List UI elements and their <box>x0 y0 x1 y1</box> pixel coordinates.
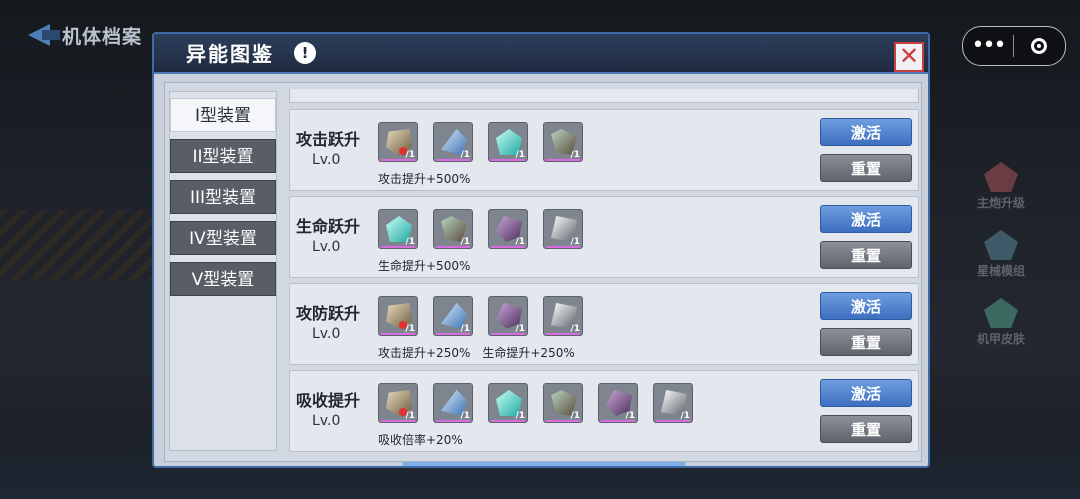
exit-icon <box>1031 38 1047 54</box>
item-slot[interactable]: /1 <box>488 296 528 336</box>
bonus-text: 攻击提升+250% 生命提升+250% <box>378 344 587 361</box>
item-underline <box>601 420 635 422</box>
item-slot[interactable]: /1 <box>378 122 418 162</box>
set-name: 攻防跃升 <box>296 304 361 323</box>
cannon-icon <box>984 162 1018 192</box>
item-underline <box>491 246 525 248</box>
set-level: Lv.0 <box>312 152 341 168</box>
item-underline <box>656 420 690 422</box>
panel-content: I型装置 II型装置 III型装置 IV型装置 V型装置 攻击跃升 Lv.0/1/1/1 /… <box>164 82 922 462</box>
set-list[interactable]: 攻击跃升 Lv.0/1/1/1/1 攻击提升+500% 激活 重置 生命跃升 Lv.0/1/… <box>289 89 921 461</box>
partial-row <box>289 89 919 103</box>
mini-program-capsule: ••• <box>962 26 1066 66</box>
item-slot[interactable]: /1 <box>653 383 693 423</box>
item-underline <box>436 333 470 335</box>
set-row: 吸收提升 Lv.0/1/1/1/1/1/1 吸收倍率+20% 激活重置 <box>289 370 919 452</box>
tab-device-3[interactable]: III型装置 <box>170 180 276 214</box>
item-slot[interactable]: /1 <box>488 209 528 249</box>
reset-button[interactable]: 重置 <box>820 154 912 182</box>
back-button[interactable]: 机体档案 <box>26 20 142 50</box>
panel-header: 异能图鉴 ! <box>154 34 928 74</box>
bonus-item: 生命提升+500% <box>378 259 471 273</box>
item-slot[interactable]: /1 <box>488 383 528 423</box>
tab-device-1[interactable]: I型装置 <box>170 98 276 132</box>
tab-device-5[interactable]: V型装置 <box>170 262 276 296</box>
activate-button[interactable]: 激活 <box>820 292 912 320</box>
bonus-item: 攻击提升+250% <box>378 346 471 360</box>
set-row: 攻防跃升 Lv.0/1/1/1/1 攻击提升+250% 生命提升+250% 激活重置 <box>289 283 919 365</box>
exit-button[interactable] <box>1014 38 1064 54</box>
codex-panel: 异能图鉴 ! ✕ I型装置 II型装置 III型装置 IV型装置 V型装置 攻击跃升 Lv… <box>152 32 930 468</box>
more-icon[interactable]: ••• <box>963 27 1013 65</box>
close-button[interactable]: ✕ <box>894 42 924 72</box>
item-underline <box>381 333 415 335</box>
item-underline <box>436 246 470 248</box>
set-name: 生命跃升 <box>296 217 361 236</box>
item-underline <box>381 246 415 248</box>
item-underline <box>491 333 525 335</box>
item-underline <box>546 246 580 248</box>
set-row: 攻击跃升 Lv.0/1/1/1/1 攻击提升+500% 激活重置 <box>289 109 919 191</box>
tab-device-2[interactable]: II型装置 <box>170 139 276 173</box>
activate-button[interactable]: 激活 <box>820 379 912 407</box>
side-menu-label: 主炮升级 <box>976 196 1025 210</box>
item-slot[interactable]: /1 <box>543 122 583 162</box>
panel-title: 异能图鉴 <box>186 42 274 66</box>
item-slot[interactable]: /1 <box>598 383 638 423</box>
skin-icon <box>984 298 1018 328</box>
scroll-indicator <box>402 462 686 466</box>
module-icon <box>984 230 1018 260</box>
item-slot[interactable]: /1 <box>543 296 583 336</box>
bonus-item: 生命提升+250% <box>482 346 575 360</box>
side-menu-item[interactable]: 主炮升级 <box>966 162 1036 211</box>
item-underline <box>546 420 580 422</box>
item-slot[interactable]: /1 <box>433 122 473 162</box>
reset-button[interactable]: 重置 <box>820 328 912 356</box>
item-underline <box>546 159 580 161</box>
side-menu-item[interactable]: 星械模组 <box>966 230 1036 279</box>
item-slot[interactable]: /1 <box>433 209 473 249</box>
item-underline <box>436 159 470 161</box>
bonus-text: 攻击提升+500% <box>378 170 482 187</box>
item-underline <box>491 159 525 161</box>
item-slot[interactable]: /1 <box>378 383 418 423</box>
item-slot[interactable]: /1 <box>543 209 583 249</box>
tab-device-4[interactable]: IV型装置 <box>170 221 276 255</box>
set-level: Lv.0 <box>312 239 341 255</box>
bonus-text: 生命提升+500% <box>378 257 482 274</box>
item-underline <box>546 333 580 335</box>
item-slot[interactable]: /1 <box>433 383 473 423</box>
bonus-item: 吸收倍率+20% <box>378 433 463 447</box>
set-level: Lv.0 <box>312 413 341 429</box>
item-underline <box>381 420 415 422</box>
background-stripes <box>0 210 160 280</box>
back-arrow-icon <box>26 22 62 48</box>
side-menu-label: 机甲皮肤 <box>976 332 1025 346</box>
item-underline <box>491 420 525 422</box>
item-underline <box>436 420 470 422</box>
activate-button[interactable]: 激活 <box>820 118 912 146</box>
item-slot[interactable]: /1 <box>433 296 473 336</box>
back-label: 机体档案 <box>62 25 143 48</box>
info-icon[interactable]: ! <box>294 42 316 64</box>
side-menu-label: 星械模组 <box>976 264 1025 278</box>
side-menu-item[interactable]: 机甲皮肤 <box>966 298 1036 347</box>
set-row: 生命跃升 Lv.0/1/1/1/1 生命提升+500% 激活重置 <box>289 196 919 278</box>
bonus-item: 攻击提升+500% <box>378 172 471 186</box>
set-name: 攻击跃升 <box>296 130 361 149</box>
item-underline <box>381 159 415 161</box>
item-slot[interactable]: /1 <box>488 122 528 162</box>
reset-button[interactable]: 重置 <box>820 241 912 269</box>
item-slot[interactable]: /1 <box>543 383 583 423</box>
set-level: Lv.0 <box>312 326 341 342</box>
activate-button[interactable]: 激活 <box>820 205 912 233</box>
item-slot[interactable]: /1 <box>378 209 418 249</box>
bonus-text: 吸收倍率+20% <box>378 431 475 448</box>
device-tabs: I型装置 II型装置 III型装置 IV型装置 V型装置 <box>169 91 277 451</box>
reset-button[interactable]: 重置 <box>820 415 912 443</box>
set-name: 吸收提升 <box>296 391 361 410</box>
item-slot[interactable]: /1 <box>378 296 418 336</box>
